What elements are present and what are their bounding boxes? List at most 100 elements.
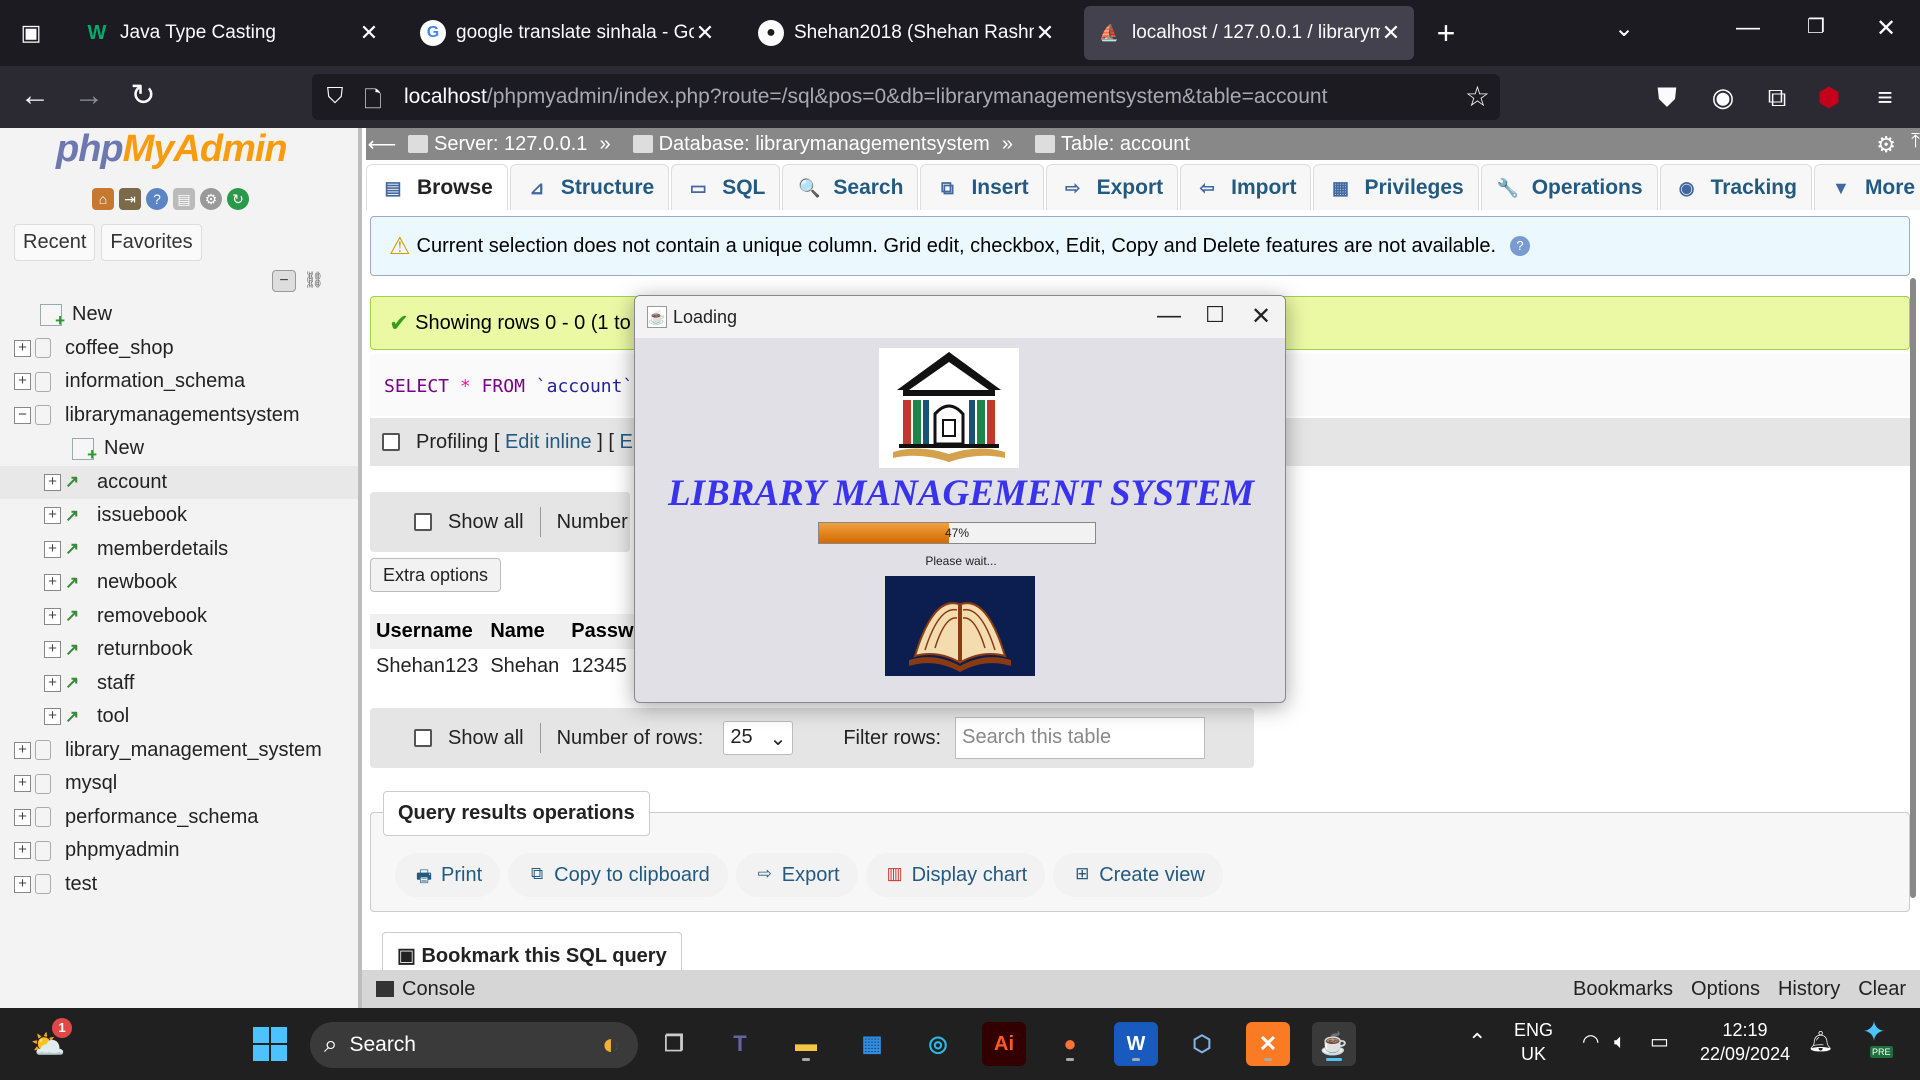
reload-button[interactable]: ↻ bbox=[124, 78, 162, 116]
expand-icon[interactable]: + bbox=[14, 741, 31, 759]
recent-button[interactable]: Recent bbox=[14, 224, 96, 261]
expand-icon[interactable]: + bbox=[44, 674, 61, 692]
tree-item-coffee-shop[interactable]: + coffee_shop bbox=[0, 332, 358, 366]
collapse-all-icon[interactable]: − bbox=[272, 270, 296, 292]
breadcrumb-server[interactable]: Server: 127.0.0.1 bbox=[434, 133, 587, 156]
address-bar[interactable]: ⛉ 🗋 localhost/phpmyadmin/index.php?route… bbox=[312, 74, 1500, 120]
tree-item-phpmyadmin[interactable]: + phpmyadmin bbox=[0, 834, 358, 868]
column-header-username[interactable]: Username bbox=[370, 614, 485, 649]
edit-inline-link[interactable]: Edit inline bbox=[505, 431, 592, 454]
phpmyadmin-logo[interactable]: phpMyAdmin bbox=[56, 128, 288, 171]
extensions-icon[interactable]: ⧉ bbox=[1760, 80, 1794, 114]
settings-gear-icon[interactable]: ⚙ bbox=[1876, 132, 1896, 158]
tab-list-icon[interactable]: ▣ bbox=[14, 18, 48, 48]
expand-icon[interactable]: + bbox=[44, 607, 61, 625]
illustrator-icon[interactable]: Ai bbox=[982, 1022, 1026, 1066]
tree-item-library-management-system[interactable]: + library_management_system bbox=[0, 734, 358, 768]
tab-more[interactable]: ▼ More bbox=[1813, 164, 1920, 210]
home-icon[interactable]: ⌂ bbox=[92, 188, 114, 210]
expand-icon[interactable]: + bbox=[44, 641, 61, 659]
expand-icon[interactable]: + bbox=[14, 875, 31, 893]
expand-icon[interactable]: + bbox=[14, 339, 31, 357]
back-button[interactable]: ← bbox=[16, 78, 54, 116]
taskbar-search-box[interactable]: ⌕ Search ◐ bbox=[310, 1022, 638, 1068]
xampp-icon[interactable]: ✕ bbox=[1246, 1022, 1290, 1066]
ublock-icon[interactable]: ⬢ bbox=[1812, 80, 1846, 114]
expand-icon[interactable]: + bbox=[44, 507, 61, 525]
wifi-icon[interactable]: ◠ bbox=[1582, 1030, 1599, 1054]
column-header-name[interactable]: Name bbox=[484, 614, 566, 649]
expand-icon[interactable]: + bbox=[44, 708, 61, 726]
close-tab-icon[interactable]: ✕ bbox=[358, 20, 380, 46]
help-icon[interactable]: ? bbox=[1510, 236, 1531, 256]
tree-item-issuebook[interactable]: + ↗ issuebook bbox=[0, 499, 358, 533]
task-view-icon[interactable]: ❐ bbox=[652, 1022, 696, 1066]
link-with-main-icon[interactable]: ⛓ bbox=[302, 270, 326, 292]
show-all-checkbox[interactable] bbox=[414, 513, 432, 531]
menu-icon[interactable]: ≡ bbox=[1868, 80, 1902, 114]
tab-privileges[interactable]: ▦ Privileges bbox=[1313, 164, 1479, 210]
console-bar[interactable]: Console Bookmarks Options History Clear bbox=[362, 970, 1920, 1008]
tree-item-staff[interactable]: + ↗ staff bbox=[0, 667, 358, 701]
file-explorer-icon[interactable]: ▬ bbox=[784, 1022, 828, 1066]
console-clear-link[interactable]: Clear bbox=[1858, 978, 1906, 1001]
tree-item-performance-schema[interactable]: + performance_schema bbox=[0, 801, 358, 835]
tab-operations[interactable]: 🔧 Operations bbox=[1480, 164, 1658, 210]
browser-tab-phpmyadmin[interactable]: ⛵ localhost / 127.0.0.1 / libraryma ✕ bbox=[1084, 6, 1414, 60]
tab-export[interactable]: ⇨ Export bbox=[1045, 164, 1179, 210]
copilot-icon[interactable]: ✦ PRE bbox=[1852, 1018, 1896, 1064]
account-icon[interactable]: ◉ bbox=[1706, 80, 1740, 114]
column-header-password[interactable]: Passw bbox=[565, 614, 640, 649]
dialog-maximize-button[interactable]: ☐ bbox=[1195, 302, 1235, 328]
close-window-button[interactable]: ✕ bbox=[1866, 14, 1906, 43]
microsoft-store-icon[interactable]: ▦ bbox=[850, 1022, 894, 1066]
volume-icon[interactable]: 🔈︎ bbox=[1614, 1030, 1626, 1054]
toggle-sidebar-arrow-icon[interactable]: ⟵ bbox=[366, 132, 398, 157]
console-bookmarks-link[interactable]: Bookmarks bbox=[1573, 978, 1673, 1001]
expand-icon[interactable]: + bbox=[44, 473, 61, 491]
new-tab-button[interactable]: + bbox=[1428, 16, 1464, 52]
profiling-checkbox[interactable] bbox=[382, 433, 400, 451]
favorites-button[interactable]: Favorites bbox=[101, 224, 202, 261]
show-all-checkbox[interactable] bbox=[414, 729, 432, 747]
restore-window-button[interactable]: ❐ bbox=[1796, 14, 1836, 39]
copy-to-clipboard-button[interactable]: ⧉ Copy to clipboard bbox=[508, 853, 728, 897]
virtualbox-icon[interactable]: ⬡ bbox=[1180, 1022, 1224, 1066]
bookmark-star-icon[interactable]: ☆ bbox=[1465, 80, 1490, 113]
print-button[interactable]: 🖶 Print bbox=[395, 853, 501, 897]
tree-item-mysql[interactable]: + mysql bbox=[0, 767, 358, 801]
create-view-button[interactable]: ⊞ Create view bbox=[1053, 853, 1223, 897]
display-chart-button[interactable]: ▥ Display chart bbox=[865, 853, 1046, 897]
tab-import[interactable]: ⇦ Import bbox=[1180, 164, 1312, 210]
forward-button[interactable]: → bbox=[70, 78, 108, 116]
edit-link[interactable]: E bbox=[619, 431, 632, 454]
tree-item-returnbook[interactable]: + ↗ returnbook bbox=[0, 633, 358, 667]
tree-item-newbook[interactable]: + ↗ newbook bbox=[0, 566, 358, 600]
tab-overflow-chevron-icon[interactable]: ⌄ bbox=[1604, 14, 1644, 43]
tree-item-librarymanagementsystem[interactable]: − librarymanagementsystem bbox=[0, 399, 358, 433]
expand-icon[interactable]: + bbox=[14, 373, 31, 391]
firefox-icon[interactable]: ● bbox=[1048, 1022, 1092, 1066]
teams-icon[interactable]: T bbox=[718, 1022, 762, 1066]
tab-insert[interactable]: ⧉ Insert bbox=[920, 164, 1044, 210]
tree-item-new[interactable]: New bbox=[0, 298, 358, 332]
widgets-weather-icon[interactable]: ⛅ 1 bbox=[26, 1018, 72, 1066]
browser-tab-github[interactable]: ● Shehan2018 (Shehan Rashmika) ✕ bbox=[746, 6, 1068, 60]
tree-item-new-table[interactable]: New bbox=[0, 432, 358, 466]
tree-item-tool[interactable]: + ↗ tool bbox=[0, 700, 358, 734]
expand-icon[interactable]: + bbox=[14, 775, 31, 793]
notifications-bell-icon[interactable]: 🔔︎ bbox=[1808, 1030, 1833, 1054]
clock[interactable]: 12:19 22/09/2024 bbox=[1700, 1018, 1790, 1066]
start-button[interactable] bbox=[248, 1022, 292, 1066]
word-icon[interactable]: W bbox=[1114, 1022, 1158, 1066]
filter-rows-input[interactable]: Search this table bbox=[955, 717, 1206, 759]
battery-icon[interactable]: ▭ bbox=[1650, 1030, 1669, 1054]
tree-item-test[interactable]: + test bbox=[0, 868, 358, 902]
expand-icon[interactable]: + bbox=[14, 808, 31, 826]
edge-icon[interactable]: ◎ bbox=[916, 1022, 960, 1066]
breadcrumb-table[interactable]: Table: account bbox=[1061, 133, 1190, 156]
pocket-icon[interactable]: ⛊ bbox=[1650, 80, 1684, 114]
tree-item-removebook[interactable]: + ↗ removebook bbox=[0, 600, 358, 634]
dialog-titlebar[interactable]: ☕ Loading — ☐ ✕ bbox=[635, 296, 1285, 338]
export-button[interactable]: ⇨ Export bbox=[735, 853, 858, 897]
